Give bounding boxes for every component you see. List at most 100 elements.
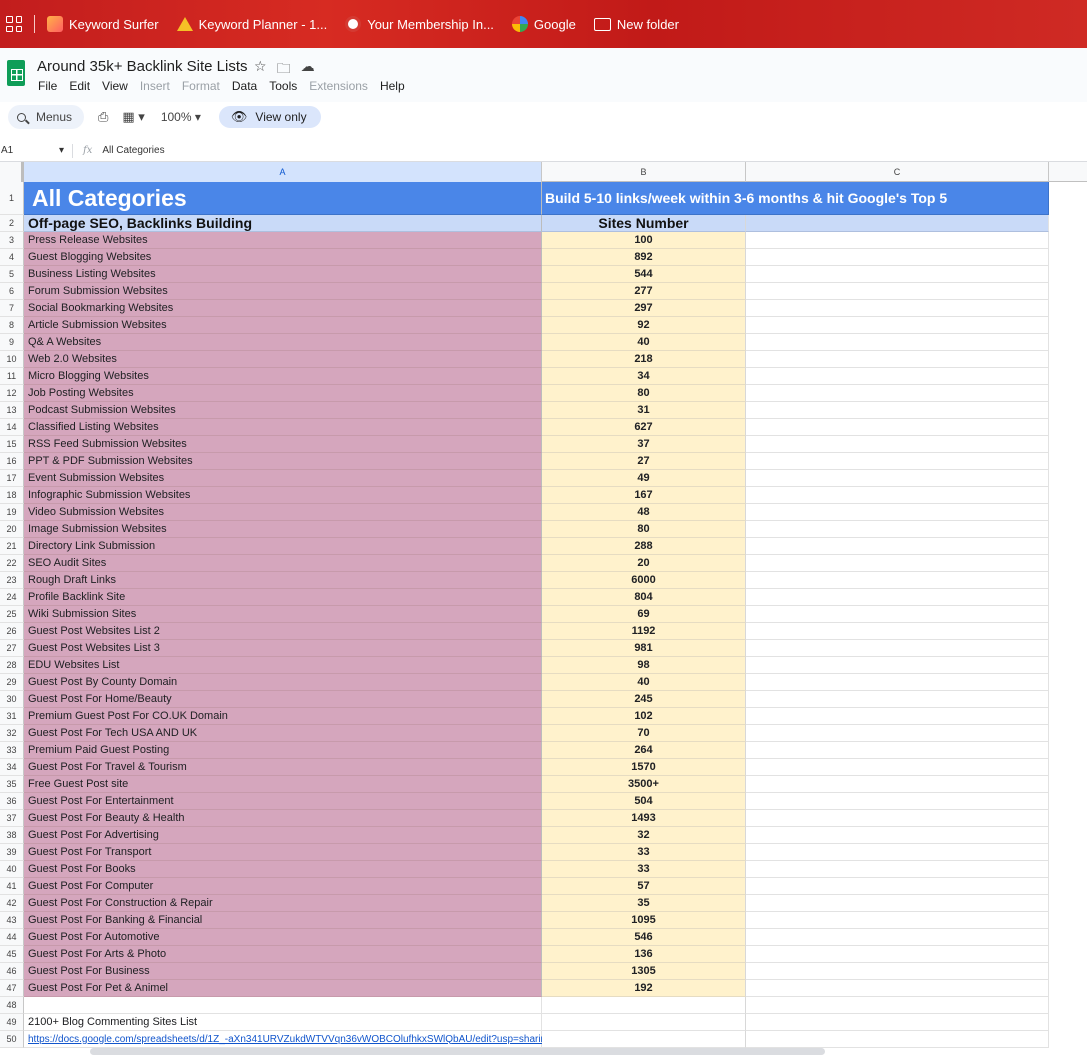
cell-category[interactable]: Guest Post For Arts & Photo bbox=[24, 946, 542, 963]
cell-c[interactable] bbox=[746, 487, 1049, 504]
cell-sites-number[interactable]: 37 bbox=[542, 436, 746, 453]
cell-category[interactable]: Social Bookmarking Websites bbox=[24, 300, 542, 317]
cell-sites-number[interactable]: 40 bbox=[542, 334, 746, 351]
row-number[interactable]: 8 bbox=[0, 317, 24, 334]
cell-c[interactable] bbox=[746, 470, 1049, 487]
cell-sites-number[interactable]: 31 bbox=[542, 402, 746, 419]
row-number[interactable]: 16 bbox=[0, 453, 24, 470]
cell-category[interactable]: PPT & PDF Submission Websites bbox=[24, 453, 542, 470]
cell-category[interactable]: Job Posting Websites bbox=[24, 385, 542, 402]
menu-edit[interactable]: Edit bbox=[69, 79, 90, 93]
horizontal-scrollbar[interactable] bbox=[90, 1048, 825, 1055]
row-number[interactable]: 31 bbox=[0, 708, 24, 725]
cell-sites-number[interactable]: 504 bbox=[542, 793, 746, 810]
row-number[interactable]: 45 bbox=[0, 946, 24, 963]
cell-category[interactable]: Guest Post For Computer bbox=[24, 878, 542, 895]
cell-sites-number[interactable]: 57 bbox=[542, 878, 746, 895]
cell-category[interactable]: Guest Post For Entertainment bbox=[24, 793, 542, 810]
cell-category[interactable]: Article Submission Websites bbox=[24, 317, 542, 334]
cell-c[interactable] bbox=[746, 946, 1049, 963]
apps-grid-icon[interactable] bbox=[6, 16, 22, 32]
cell-c[interactable] bbox=[746, 249, 1049, 266]
cell-sites-number[interactable]: Sites Number bbox=[542, 215, 746, 232]
cell-c[interactable] bbox=[746, 215, 1049, 232]
menu-help[interactable]: Help bbox=[380, 79, 405, 93]
cell-c[interactable] bbox=[746, 402, 1049, 419]
cell-c[interactable] bbox=[746, 708, 1049, 725]
cell-category[interactable]: SEO Audit Sites bbox=[24, 555, 542, 572]
view-only-button[interactable]: 👁 View only bbox=[218, 106, 321, 128]
cell-sites-number[interactable]: 32 bbox=[542, 827, 746, 844]
cell-category[interactable]: Event Submission Websites bbox=[24, 470, 542, 487]
cell-sites-number[interactable]: 1570 bbox=[542, 759, 746, 776]
row-number[interactable]: 2 bbox=[0, 215, 24, 232]
cell-sites-number[interactable]: 804 bbox=[542, 589, 746, 606]
cell-sites-number[interactable]: 102 bbox=[542, 708, 746, 725]
row-number[interactable]: 34 bbox=[0, 759, 24, 776]
row-number[interactable]: 7 bbox=[0, 300, 24, 317]
row-number[interactable]: 11 bbox=[0, 368, 24, 385]
cell-c[interactable] bbox=[746, 283, 1049, 300]
cell-sites-number[interactable]: 136 bbox=[542, 946, 746, 963]
cell-c[interactable] bbox=[746, 878, 1049, 895]
cell-c[interactable] bbox=[746, 776, 1049, 793]
menu-file[interactable]: File bbox=[38, 79, 57, 93]
row-number[interactable]: 17 bbox=[0, 470, 24, 487]
cell-sites-number[interactable]: 627 bbox=[542, 419, 746, 436]
cell-category[interactable]: Guest Post For Construction & Repair bbox=[24, 895, 542, 912]
cell-category[interactable] bbox=[24, 997, 542, 1014]
menu-tools[interactable]: Tools bbox=[269, 79, 297, 93]
row-number[interactable]: 43 bbox=[0, 912, 24, 929]
sheet-link[interactable]: https://docs.google.com/spreadsheets/d/1… bbox=[24, 1031, 552, 1048]
cell-c[interactable] bbox=[746, 572, 1049, 589]
cell-c[interactable] bbox=[746, 810, 1049, 827]
row-number[interactable]: 20 bbox=[0, 521, 24, 538]
cell-sites-number[interactable]: 297 bbox=[542, 300, 746, 317]
cell-c[interactable] bbox=[746, 963, 1049, 980]
cell-sites-number[interactable]: 100 bbox=[542, 232, 746, 249]
cell-category[interactable]: Guest Post For Automotive bbox=[24, 929, 542, 946]
cell-sites-number[interactable]: 20 bbox=[542, 555, 746, 572]
cell-c[interactable] bbox=[746, 742, 1049, 759]
cell-sites-number[interactable]: 167 bbox=[542, 487, 746, 504]
cell-category[interactable]: Off-page SEO, Backlinks Building bbox=[24, 215, 542, 232]
cell-category[interactable]: Guest Post For Beauty & Health bbox=[24, 810, 542, 827]
cell-category[interactable]: Premium Paid Guest Posting bbox=[24, 742, 542, 759]
cell-c[interactable] bbox=[746, 759, 1049, 776]
cell-c[interactable] bbox=[746, 844, 1049, 861]
cell-sites-number[interactable]: 192 bbox=[542, 980, 746, 997]
column-header-c[interactable]: C bbox=[746, 162, 1049, 182]
row-number[interactable]: 49 bbox=[0, 1014, 24, 1031]
cell-sites-number[interactable]: 264 bbox=[542, 742, 746, 759]
cell-c[interactable] bbox=[746, 317, 1049, 334]
cell-category[interactable]: Profile Backlink Site bbox=[24, 589, 542, 606]
document-title[interactable]: Around 35k+ Backlink Site Lists bbox=[37, 58, 248, 75]
cell-category[interactable]: Press Release Websites bbox=[24, 232, 542, 249]
cell-category[interactable]: Web 2.0 Websites bbox=[24, 351, 542, 368]
column-header-b[interactable]: B bbox=[542, 162, 746, 182]
sheets-logo-icon[interactable] bbox=[7, 60, 25, 86]
row-number[interactable]: 13 bbox=[0, 402, 24, 419]
cell-c[interactable] bbox=[746, 827, 1049, 844]
row-number[interactable]: 23 bbox=[0, 572, 24, 589]
cell-sites-number[interactable]: 1305 bbox=[542, 963, 746, 980]
row-number[interactable]: 47 bbox=[0, 980, 24, 997]
cell-sites-number[interactable]: 33 bbox=[542, 861, 746, 878]
row-number[interactable]: 42 bbox=[0, 895, 24, 912]
cell-c[interactable] bbox=[746, 368, 1049, 385]
cell-c[interactable] bbox=[746, 929, 1049, 946]
cell-category[interactable]: Q& A Websites bbox=[24, 334, 542, 351]
bookmark-keyword-planner[interactable]: Keyword Planner - 1... bbox=[176, 17, 327, 32]
cell-c[interactable] bbox=[746, 895, 1049, 912]
cell-c[interactable] bbox=[746, 266, 1049, 283]
cell-category[interactable]: Free Guest Post site bbox=[24, 776, 542, 793]
cell-c[interactable] bbox=[746, 674, 1049, 691]
row-number[interactable]: 37 bbox=[0, 810, 24, 827]
cell-c[interactable] bbox=[746, 555, 1049, 572]
cell-category[interactable]: Podcast Submission Websites bbox=[24, 402, 542, 419]
bookmark-membership[interactable]: Your Membership In... bbox=[345, 16, 494, 32]
cell-sites-number[interactable]: 892 bbox=[542, 249, 746, 266]
row-number[interactable]: 36 bbox=[0, 793, 24, 810]
row-number[interactable]: 46 bbox=[0, 963, 24, 980]
cell-sites-number[interactable]: 34 bbox=[542, 368, 746, 385]
